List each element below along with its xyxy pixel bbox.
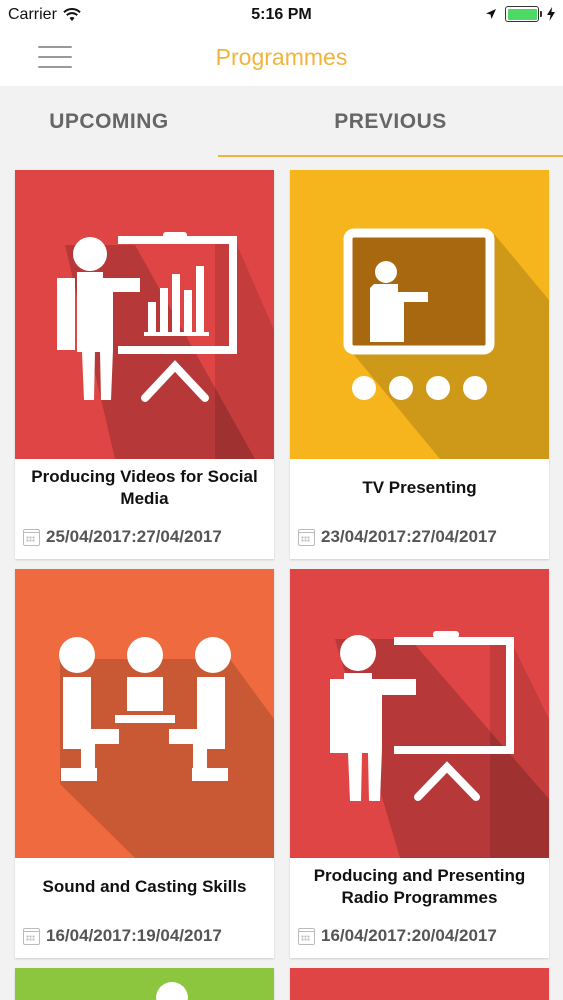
programme-title: TV Presenting xyxy=(362,478,477,497)
location-arrow-icon xyxy=(486,9,496,19)
programme-dates: 16/04/2017:20/04/2017 xyxy=(298,921,545,951)
tab-upcoming[interactable]: UPCOMING xyxy=(0,86,218,158)
programme-date-range: 25/04/2017:27/04/2017 xyxy=(46,527,222,546)
programme-title: Producing and Presenting Radio Programme… xyxy=(313,866,526,907)
calendar-icon xyxy=(23,528,40,546)
calendar-icon xyxy=(298,927,315,945)
programme-date-range: 23/04/2017:27/04/2017 xyxy=(321,527,497,546)
casting-panel-icon xyxy=(15,569,274,858)
programme-title: Producing Videos for Social Media xyxy=(31,467,258,508)
programme-date-range: 16/04/2017:19/04/2017 xyxy=(46,926,222,945)
presenter-board-icon xyxy=(290,569,549,858)
programme-card[interactable]: TV Presenting 23/04/2017:27/04/2017 xyxy=(290,170,549,559)
programme-dates: 16/04/2017:19/04/2017 xyxy=(23,921,270,951)
status-right xyxy=(485,6,555,22)
programme-dates: 23/04/2017:27/04/2017 xyxy=(298,522,545,552)
status-time: 5:16 PM xyxy=(251,6,312,23)
programme-card[interactable]: Producing Videos for Social Media 25/04/… xyxy=(15,170,274,559)
tab-previous[interactable]: PREVIOUS xyxy=(218,86,563,158)
page-title: Programmes xyxy=(215,44,348,70)
tab-bar: UPCOMING PREVIOUS xyxy=(0,86,563,158)
charging-bolt-icon xyxy=(547,7,555,21)
status-bar: Carrier 5:16 PM xyxy=(0,0,563,30)
programme-card-partial[interactable] xyxy=(290,968,549,1000)
presenter-chart-icon xyxy=(15,170,274,459)
calendar-icon xyxy=(298,528,315,546)
card-art-partial xyxy=(15,968,274,1000)
programme-title: Sound and Casting Skills xyxy=(42,877,247,896)
tv-presenter-icon xyxy=(290,170,549,459)
programme-card-partial[interactable] xyxy=(15,968,274,1000)
calendar-icon xyxy=(23,927,40,945)
active-tab-indicator xyxy=(218,155,563,157)
card-art-partial xyxy=(290,968,549,1000)
programme-dates: 25/04/2017:27/04/2017 xyxy=(23,522,270,552)
battery-icon xyxy=(505,6,542,22)
nav-bar: Programmes xyxy=(0,30,563,86)
programme-date-range: 16/04/2017:20/04/2017 xyxy=(321,926,497,945)
programme-card[interactable]: Sound and Casting Skills 16/04/2017:19/0… xyxy=(15,569,274,958)
programme-card[interactable]: Producing and Presenting Radio Programme… xyxy=(290,569,549,958)
